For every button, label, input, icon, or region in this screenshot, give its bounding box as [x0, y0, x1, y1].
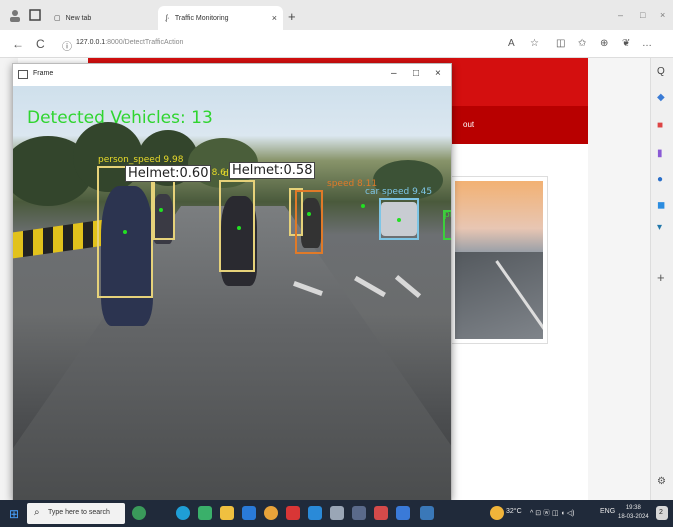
frame-close-button[interactable]: ×	[435, 68, 441, 79]
taskbar-clock[interactable]: 19:38 18-03-2024	[618, 504, 649, 522]
taskbar-search-box[interactable]: ⌕ Type here to search	[27, 503, 125, 524]
language-indicator[interactable]: ENG	[600, 508, 615, 515]
lane-marking	[394, 274, 422, 299]
site-info-icon[interactable]: ⓘ	[62, 38, 72, 53]
settings-icon[interactable]: ⚙	[657, 476, 666, 487]
read-aloud-icon[interactable]: A	[508, 38, 515, 49]
helmet-label: Helmet:0.58	[229, 162, 316, 179]
favorites-icon[interactable]: ✩	[578, 38, 586, 49]
tracking-point	[159, 208, 163, 212]
browser-tab-bar: ▢ New tab × ᶘ· Traffic Monitoring × + – …	[0, 0, 673, 30]
notification-count: 2	[659, 509, 663, 516]
new-tab-button[interactable]: +	[288, 9, 296, 24]
vscode-app-icon[interactable]	[308, 506, 322, 520]
window-app-icon	[18, 70, 28, 79]
add-icon[interactable]: +	[657, 270, 665, 285]
search-icon: ⌕	[34, 507, 40, 518]
taskbar: ⊞ ⌕ Type here to search 32°C ^ ⊡ ⓦ ◫ ◖ ◁…	[0, 500, 673, 527]
minimize-button[interactable]: –	[618, 10, 623, 20]
collections-icon[interactable]: ⊕	[600, 38, 608, 49]
app-icon[interactable]	[374, 506, 388, 520]
person-bounding-box	[153, 180, 175, 240]
clock-date: 18-03-2024	[618, 514, 649, 520]
motorcycle-bounding-box: speed 8.11	[295, 179, 377, 254]
highway-photo-card	[450, 176, 548, 344]
office-icon[interactable]: ◼	[657, 200, 665, 211]
frame-title: Frame	[33, 70, 54, 77]
more-menu-icon[interactable]: …	[642, 38, 652, 49]
person-bounding-box: pl	[443, 210, 451, 240]
tab-traffic-monitoring[interactable]: ᶘ· Traffic Monitoring ×	[158, 6, 283, 30]
weather-icon[interactable]	[490, 506, 504, 520]
tab-new-tab[interactable]: ▢ New tab ×	[46, 6, 171, 30]
app-icon[interactable]	[396, 506, 410, 520]
weather-temperature[interactable]: 32°C	[506, 508, 522, 515]
video-feed: person_speed 9.98 dpl speed 8.11 car spe…	[13, 86, 451, 500]
system-tray-icons[interactable]: ^ ⊡ ⓦ ◫ ◖ ◁)	[530, 508, 574, 518]
highway-image	[455, 181, 543, 339]
tab-label: Traffic Monitoring	[174, 14, 229, 22]
url-path: :8000/DetectTrafficAction	[105, 39, 184, 46]
copilot-icon[interactable]: ◆	[657, 92, 665, 103]
address-bar: ← C ⓘ 127.0.0.1:8000/DetectTrafficAction…	[0, 30, 673, 58]
detected-vehicles-count: Detected Vehicles: 13	[27, 108, 213, 128]
detection-label: person_speed 9.98	[98, 155, 184, 165]
shopping-icon[interactable]: ■	[657, 120, 663, 131]
tab-page-icon: ▢	[54, 15, 61, 22]
split-screen-icon[interactable]: ◫	[556, 38, 565, 49]
games-icon[interactable]: ●	[657, 174, 663, 185]
close-button[interactable]: ×	[660, 10, 665, 20]
lane-marking	[354, 275, 386, 298]
app-icon[interactable]	[352, 506, 366, 520]
url-field[interactable]: 127.0.0.1:8000/DetectTrafficAction	[76, 39, 183, 46]
tracking-point	[237, 226, 241, 230]
tracking-point	[397, 218, 401, 222]
outlook-icon[interactable]: ▾	[657, 222, 662, 233]
reload-button[interactable]: C	[36, 37, 45, 51]
frame-title-bar[interactable]: Frame – □ ×	[13, 64, 451, 86]
windows-start-icon[interactable]: ⊞	[9, 507, 19, 521]
chrome-app-icon[interactable]	[264, 506, 278, 520]
pdf-app-icon[interactable]	[286, 506, 300, 520]
favorite-star-icon[interactable]: ☆	[530, 38, 539, 49]
tools-icon[interactable]: ▮	[657, 148, 663, 159]
profile-icon[interactable]	[8, 8, 22, 22]
mail-app-icon[interactable]	[242, 506, 256, 520]
detection-label: pl	[444, 210, 451, 220]
frame-window[interactable]: Frame – □ × person_speed 9.98 dpl	[12, 63, 452, 500]
search-placeholder: Type here to search	[48, 509, 110, 516]
url-host: 127.0.0.1	[76, 39, 106, 46]
page-margin	[588, 58, 650, 500]
tab-label: New tab	[65, 14, 92, 22]
frame-maximize-button[interactable]: □	[413, 68, 419, 79]
frame-minimize-button[interactable]: –	[391, 68, 397, 79]
tracking-point	[361, 204, 365, 208]
app-icon[interactable]	[198, 506, 212, 520]
logout-link[interactable]: out	[463, 120, 474, 129]
helmet-label: Helmet:0.60	[125, 165, 212, 182]
tracking-point	[307, 212, 311, 216]
python-app-icon[interactable]	[420, 506, 434, 520]
recycle-app-icon[interactable]	[132, 506, 146, 520]
edge-app-icon[interactable]	[176, 506, 190, 520]
detection-label: car speed 9.45	[365, 187, 433, 197]
extensions-icon[interactable]: ❦	[622, 38, 630, 49]
tab-close-button[interactable]: ×	[272, 13, 277, 23]
notification-icon[interactable]: 2	[656, 506, 668, 520]
browser-sidebar: Q ◆ ■ ▮ ● ◼ ▾ + ⚙	[650, 58, 673, 500]
tab-loading-icon: ᶘ·	[166, 14, 170, 22]
file-explorer-icon[interactable]	[220, 506, 234, 520]
search-icon[interactable]: Q	[657, 66, 665, 77]
tracking-point	[123, 230, 127, 234]
clock-time: 19:38	[625, 505, 641, 511]
back-button[interactable]: ←	[12, 37, 24, 51]
maximize-button[interactable]: □	[640, 10, 645, 20]
app-icon[interactable]	[330, 506, 344, 520]
workspaces-icon[interactable]	[28, 8, 42, 22]
